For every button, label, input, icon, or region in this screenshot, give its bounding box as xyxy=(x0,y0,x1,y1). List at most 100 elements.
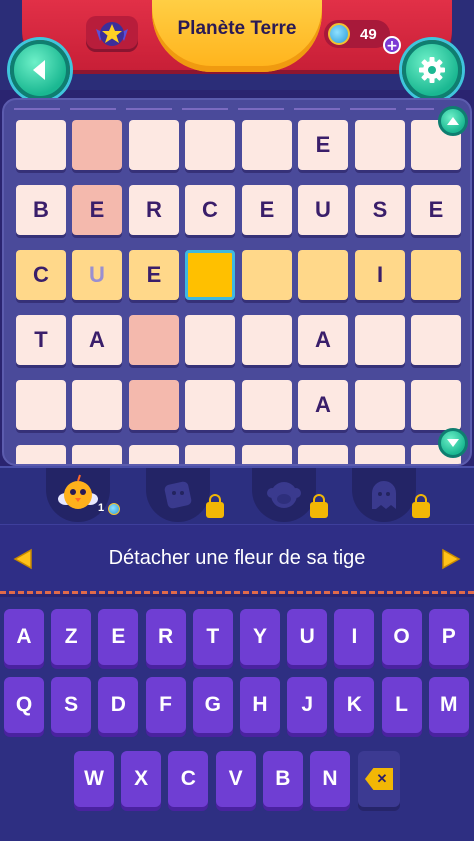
key-b[interactable]: B xyxy=(262,751,303,807)
helper-bird[interactable]: 1 xyxy=(46,468,120,522)
grid-cell[interactable] xyxy=(129,315,179,365)
grid-cell[interactable]: U xyxy=(72,250,122,300)
grid-cell-partial[interactable] xyxy=(72,445,122,464)
key-j[interactable]: J xyxy=(287,677,328,733)
keyboard: ✕ AZERTYUIOP QSDFGHJKLM WXCVBN xyxy=(0,597,474,841)
grid-cell[interactable]: E xyxy=(298,120,348,170)
grid-cell[interactable]: E xyxy=(72,185,122,235)
grid-cell[interactable] xyxy=(355,120,405,170)
key-a[interactable]: A xyxy=(4,609,44,665)
chevron-down-icon xyxy=(447,439,459,447)
grid-cell[interactable] xyxy=(242,380,292,430)
key-l[interactable]: L xyxy=(381,677,422,733)
coin-icon xyxy=(328,23,350,45)
grid-cell[interactable]: S xyxy=(355,185,405,235)
key-v[interactable]: V xyxy=(215,751,256,807)
helper-dice[interactable] xyxy=(146,468,224,522)
grid-cell-partial[interactable] xyxy=(298,445,348,464)
grid-cell-partial[interactable] xyxy=(355,445,405,464)
grid-cell[interactable] xyxy=(72,120,122,170)
grid-cell[interactable] xyxy=(242,315,292,365)
grid-cell[interactable]: A xyxy=(298,315,348,365)
triangle-left-icon xyxy=(13,548,32,570)
key-e[interactable]: E xyxy=(98,609,139,665)
key-o[interactable]: O xyxy=(381,609,422,665)
star-badge-icon[interactable] xyxy=(86,16,138,52)
grid-cell[interactable]: I xyxy=(355,250,405,300)
key-f[interactable]: F xyxy=(145,677,186,733)
next-clue-button[interactable] xyxy=(440,548,462,570)
grid-cell[interactable] xyxy=(185,380,235,430)
back-button[interactable] xyxy=(10,40,70,100)
key-n[interactable]: N xyxy=(310,751,350,807)
chevron-left-icon xyxy=(33,60,45,80)
scroll-up-button[interactable] xyxy=(438,106,468,136)
grid-cell[interactable] xyxy=(242,120,292,170)
key-z[interactable]: Z xyxy=(51,609,92,665)
grid-cell[interactable] xyxy=(129,380,179,430)
key-q[interactable]: Q xyxy=(4,677,44,733)
grid-cell[interactable] xyxy=(298,250,348,300)
backspace-key[interactable]: ✕ xyxy=(358,751,400,807)
grid-cell[interactable] xyxy=(411,250,461,300)
grid-cell[interactable]: E xyxy=(242,185,292,235)
key-y[interactable]: Y xyxy=(240,609,280,665)
key-m[interactable]: M xyxy=(428,677,469,733)
key-d[interactable]: D xyxy=(98,677,139,733)
grid-cell[interactable] xyxy=(16,380,66,430)
key-t[interactable]: T xyxy=(192,609,233,665)
clue-text: Détacher une fleur de sa tige xyxy=(108,547,366,569)
grid-cell-partial[interactable] xyxy=(242,445,292,464)
helper-ghost[interactable] xyxy=(352,468,430,522)
grid-cell[interactable] xyxy=(16,120,66,170)
grid-cell[interactable] xyxy=(72,380,122,430)
grid-cell[interactable] xyxy=(185,120,235,170)
grid-cell[interactable]: C xyxy=(16,250,66,300)
grid-cell[interactable]: A xyxy=(72,315,122,365)
add-coins-button[interactable]: + xyxy=(383,36,401,54)
key-c[interactable]: C xyxy=(168,751,209,807)
previous-clue-button[interactable] xyxy=(12,548,34,570)
grid-cell[interactable]: E xyxy=(411,185,461,235)
grid-cell[interactable]: T xyxy=(16,315,66,365)
key-w[interactable]: W xyxy=(74,751,114,807)
key-p[interactable]: P xyxy=(428,609,469,665)
monkey-icon xyxy=(267,482,301,508)
backspace-icon: ✕ xyxy=(365,768,393,790)
grid-cell[interactable] xyxy=(411,315,461,365)
lock-icon xyxy=(310,494,328,518)
key-x[interactable]: X xyxy=(121,751,162,807)
settings-button[interactable] xyxy=(402,40,462,100)
key-s[interactable]: S xyxy=(51,677,92,733)
key-g[interactable]: G xyxy=(192,677,233,733)
grid-cell-partial[interactable] xyxy=(129,445,179,464)
grid-cell[interactable]: E xyxy=(129,250,179,300)
grid-cell[interactable] xyxy=(129,120,179,170)
grid-cell[interactable]: U xyxy=(298,185,348,235)
helper-monkey[interactable] xyxy=(252,468,328,522)
dice-character-icon xyxy=(164,481,192,509)
key-i[interactable]: I xyxy=(334,609,375,665)
grid-cell[interactable] xyxy=(355,380,405,430)
selected-grid-cell[interactable] xyxy=(185,250,235,300)
gear-icon xyxy=(419,57,445,83)
grid-cell[interactable]: R xyxy=(129,185,179,235)
chevron-up-icon xyxy=(447,117,459,125)
grid-cell[interactable] xyxy=(411,380,461,430)
key-u[interactable]: U xyxy=(287,609,328,665)
grid-cell[interactable] xyxy=(242,250,292,300)
grid-cell-partial[interactable] xyxy=(185,445,235,464)
grid-cell-partial[interactable] xyxy=(16,445,66,464)
key-h[interactable]: H xyxy=(240,677,280,733)
key-k[interactable]: K xyxy=(334,677,375,733)
grid-cell[interactable]: C xyxy=(185,185,235,235)
grid-cell[interactable]: A xyxy=(298,380,348,430)
coin-counter: 49 xyxy=(324,20,390,48)
ghost-icon xyxy=(372,481,396,509)
key-r[interactable]: R xyxy=(145,609,186,665)
scroll-down-button[interactable] xyxy=(438,428,468,458)
coin-count: 49 xyxy=(360,25,377,43)
grid-cell[interactable]: B xyxy=(16,185,66,235)
grid-cell[interactable] xyxy=(185,315,235,365)
grid-cell[interactable] xyxy=(355,315,405,365)
